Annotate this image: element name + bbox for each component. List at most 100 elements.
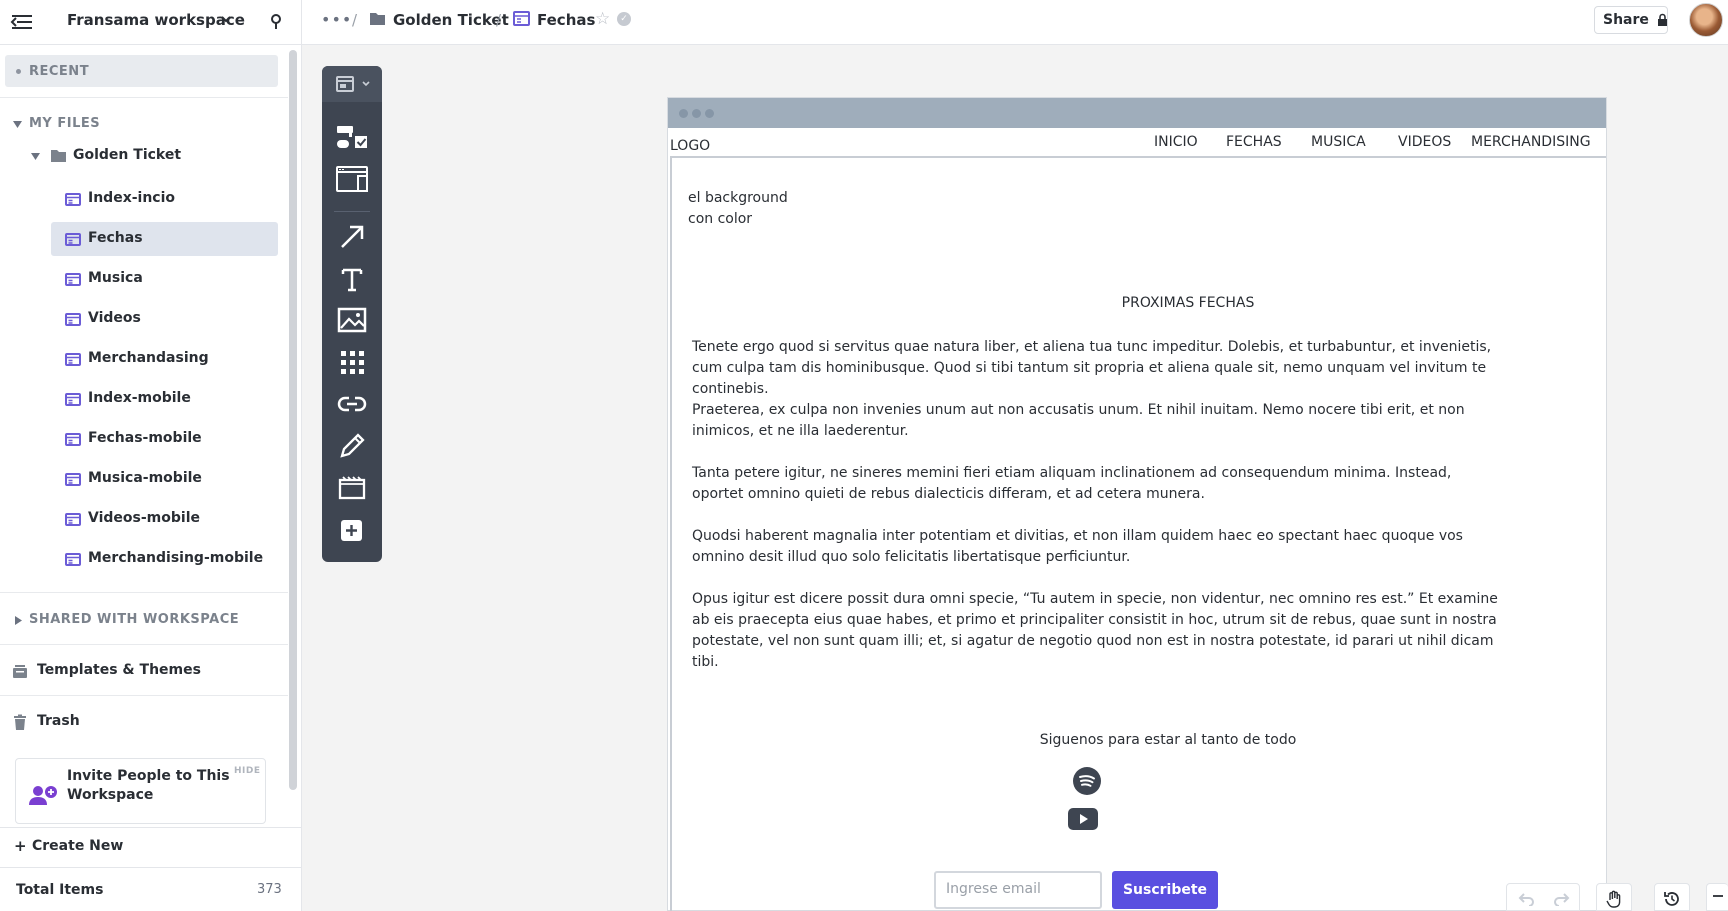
email-input[interactable]: Ingrese email — [934, 871, 1102, 909]
wireframe-nav-inicio[interactable]: INICIO — [1154, 134, 1198, 150]
sidebar-item-index-mobile[interactable]: Index-mobile — [51, 382, 278, 416]
more-icon[interactable]: ••• — [321, 10, 352, 29]
hand-icon — [1606, 890, 1621, 908]
total-items-row: Total Items 373 — [0, 867, 301, 911]
folder-label: Golden Ticket — [73, 147, 182, 163]
page-icon — [65, 433, 81, 446]
paragraph[interactable]: Praeterea, ex culpa non invenies unum au… — [692, 400, 1502, 442]
browser-chrome-bar — [668, 98, 1606, 128]
recent-label: RECENT — [29, 64, 90, 79]
invite-card[interactable]: Invite People to This Workspace HIDE — [15, 758, 266, 824]
page-label: Fechas — [88, 230, 143, 246]
wireframe-nav-musica[interactable]: MUSICA — [1311, 134, 1366, 150]
divider — [0, 592, 288, 593]
add-user-icon — [29, 786, 57, 805]
note-line: el background — [688, 190, 788, 206]
page-label: Merchandising-mobile — [88, 550, 264, 566]
note-line: con color — [688, 211, 753, 227]
sidebar-item-fechas-mobile[interactable]: Fechas-mobile — [51, 422, 278, 456]
total-items-label: Total Items — [16, 882, 104, 898]
component-picker[interactable] — [322, 66, 382, 102]
page-icon — [65, 513, 81, 526]
sidebar-scrollbar[interactable] — [289, 50, 297, 790]
wireframe-logo[interactable]: LOGO — [670, 138, 710, 154]
follow-text[interactable]: Siguenos para estar al tanto de todo — [918, 732, 1418, 748]
undo-redo-group — [1506, 883, 1580, 911]
redo-icon[interactable] — [1553, 892, 1571, 906]
sidebar-item-index-incio[interactable]: Index-incio — [51, 182, 278, 216]
image-tool-icon[interactable] — [336, 304, 368, 336]
templates-icon — [13, 665, 27, 678]
sidebar-item-videos-mobile[interactable]: Videos-mobile — [51, 502, 278, 536]
wireframe-canvas[interactable]: LOGO INICIO FECHAS MUSICA VIDEOS MERCHAN… — [667, 97, 1607, 911]
paragraph[interactable]: Tenete ergo quod si servitus quae natura… — [692, 337, 1502, 400]
section-title[interactable]: PROXIMAS FECHAS — [968, 295, 1408, 311]
breadcrumb-page[interactable]: Fechas — [537, 11, 595, 29]
history-button[interactable] — [1654, 883, 1690, 911]
undo-icon[interactable] — [1517, 892, 1535, 906]
sidebar-item-fechas[interactable]: Fechas — [51, 222, 278, 256]
sidebar-item-musica-mobile[interactable]: Musica-mobile — [51, 462, 278, 496]
page-label: Musica — [88, 270, 143, 286]
hand-tool-button[interactable] — [1596, 883, 1632, 911]
zoom-out-button[interactable] — [1706, 883, 1728, 911]
caret-right-icon[interactable] — [15, 616, 22, 625]
browser-window-icon — [336, 76, 354, 92]
breadcrumb-folder[interactable]: Golden Ticket — [393, 11, 509, 29]
sidebar-toggle-icon[interactable] — [8, 8, 36, 36]
create-new-label: Create New — [32, 838, 124, 854]
sidebar-item-musica[interactable]: Musica — [51, 262, 278, 296]
arrow-tool-icon[interactable] — [336, 221, 368, 253]
total-items-count: 373 — [257, 882, 282, 897]
templates-themes-link[interactable]: Templates & Themes — [37, 662, 201, 678]
plus-icon: + — [14, 837, 27, 855]
wireframe-nav-videos[interactable]: VIDEOS — [1398, 134, 1451, 150]
invite-text: Invite People to This Workspace — [67, 768, 230, 803]
sidebar-folder-golden-ticket[interactable]: Golden Ticket — [0, 140, 288, 170]
container-tool-icon[interactable] — [336, 166, 368, 198]
shared-with-workspace-label[interactable]: SHARED WITH WORKSPACE — [29, 612, 239, 627]
icons-tool-icon[interactable] — [336, 346, 368, 378]
text-tool-icon[interactable] — [336, 263, 368, 295]
hide-button[interactable]: HIDE — [234, 766, 261, 776]
paragraph[interactable]: Tanta petere igitur, ne sineres memini f… — [692, 463, 1502, 505]
sidebar-recent[interactable]: RECENT — [5, 55, 278, 87]
sidebar-item-merchandising-mobile[interactable]: Merchandising-mobile — [51, 542, 278, 576]
divider — [670, 156, 1606, 158]
page-icon — [65, 313, 81, 326]
page-label: Musica-mobile — [88, 470, 202, 486]
page-label: Fechas-mobile — [88, 430, 202, 446]
share-button[interactable]: Share — [1594, 6, 1668, 34]
paragraph[interactable]: Quodsi haberent magnalia inter potentiam… — [692, 526, 1502, 568]
my-files-label[interactable]: MY FILES — [29, 116, 100, 131]
window-dot — [692, 109, 701, 118]
trash-link[interactable]: Trash — [37, 713, 80, 729]
subscribe-button[interactable]: Suscribete — [1112, 871, 1218, 909]
youtube-icon[interactable] — [1068, 808, 1098, 830]
page-icon — [65, 393, 81, 406]
create-new-button[interactable]: + Create New — [0, 827, 301, 867]
add-tool-icon[interactable] — [336, 514, 368, 546]
sidebar-item-merchandasing[interactable]: Merchandasing — [51, 342, 278, 376]
chevron-down-icon[interactable] — [220, 13, 232, 25]
caret-down-icon[interactable] — [31, 152, 40, 161]
spotify-icon[interactable] — [1073, 767, 1101, 795]
link-tool-icon[interactable] — [336, 388, 368, 420]
sticky-note-tool-icon[interactable] — [336, 472, 368, 504]
history-icon — [1664, 892, 1679, 906]
wireframe-nav-merchandising[interactable]: MERCHANDISING — [1471, 134, 1591, 150]
sidebar-item-videos[interactable]: Videos — [51, 302, 278, 336]
wireframe-nav-fechas[interactable]: FECHAS — [1226, 134, 1282, 150]
pencil-tool-icon[interactable] — [336, 430, 368, 462]
share-label: Share — [1603, 12, 1649, 28]
workspace-name[interactable]: Fransama workspace — [67, 11, 245, 29]
form-elements-tool-icon[interactable] — [336, 122, 368, 154]
caret-down-icon[interactable] — [13, 120, 22, 129]
tools-palette — [322, 66, 382, 562]
paragraph[interactable]: Opus igitur est dicere possit dura omni … — [692, 589, 1502, 673]
search-icon[interactable] — [268, 12, 286, 30]
avatar[interactable] — [1689, 3, 1723, 37]
wireframe-note[interactable]: el background con color — [688, 188, 788, 230]
star-icon[interactable]: ☆ — [595, 9, 610, 29]
status-check-icon[interactable]: ✓ — [617, 12, 631, 26]
